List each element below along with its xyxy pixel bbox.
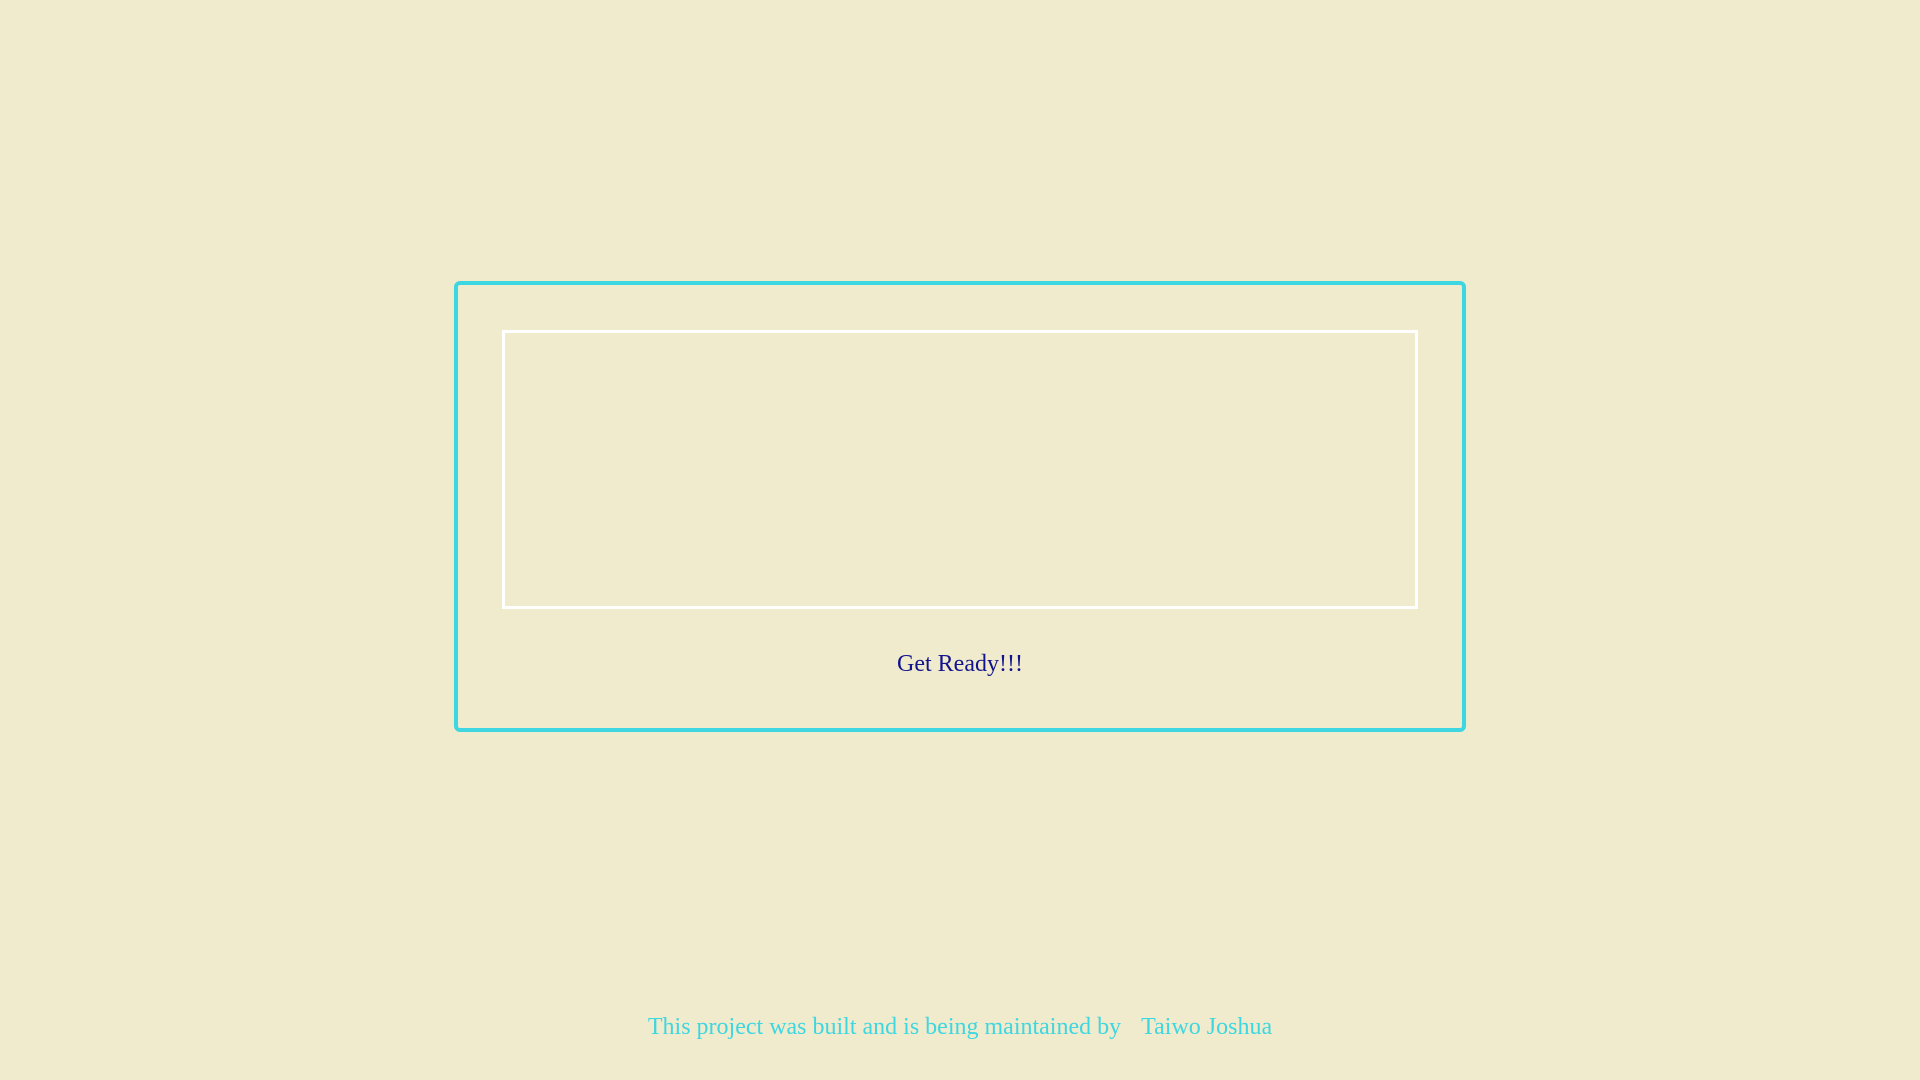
game-card: Get Ready!!! — [454, 281, 1466, 732]
game-display-area[interactable] — [502, 330, 1418, 609]
author-link[interactable]: Taiwo Joshua — [1141, 1014, 1272, 1040]
page: Get Ready!!! This project was built and … — [0, 0, 1920, 1080]
footer-credit-text: This project was built and is being main… — [647, 1014, 1122, 1040]
game-status-text: Get Ready!!! — [897, 651, 1023, 677]
footer: This project was built and is being main… — [0, 1012, 1920, 1042]
